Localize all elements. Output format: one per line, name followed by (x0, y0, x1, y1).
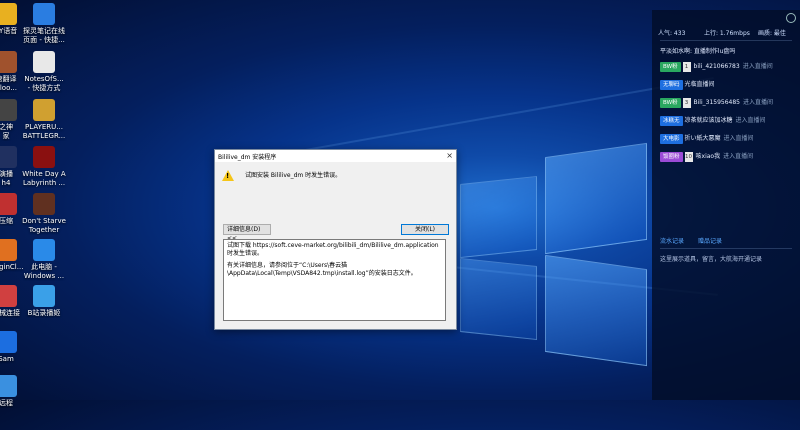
chat-row: 无聊码 光临直播间 (660, 80, 715, 90)
wallpaper-logo-pane (460, 175, 537, 259)
fan-badge: 饭圈粉 (660, 152, 683, 162)
level-badge: 3 (682, 98, 691, 108)
live-danmaku-panel: 人气: 433 上行: 1.76mbps 画质: 最佳 平淡如水啊: 直播制作l… (652, 10, 800, 400)
close-icon[interactable]: × (446, 151, 453, 160)
username: 咳xiao我 (695, 153, 721, 160)
quality-stat: 画质: 最佳 (758, 30, 786, 37)
settings-icon[interactable] (786, 13, 796, 23)
fan-badge: BW粉 (660, 62, 681, 72)
wallpaper-logo-pane (545, 142, 647, 255)
username: 凉茶就应该加冰糖 (684, 117, 733, 124)
details-button[interactable]: 详细信息(D) << (223, 224, 271, 242)
details-textbox[interactable]: 试图下载 https://soft.ceve-market.org/bilibi… (223, 239, 446, 321)
fan-badge: 大电影 (660, 134, 683, 144)
username: 光临直播间 (684, 81, 715, 88)
tab-flow-record[interactable]: 流水记录 (660, 238, 684, 245)
chat-row: 冰糕无 凉茶就应该加冰糖 进入直播间 (660, 116, 766, 126)
upload-stat: 上行: 1.76mbps (704, 30, 750, 37)
tab-gift-record[interactable]: 赠品记录 (698, 238, 722, 245)
close-button[interactable]: 关闭(L) (401, 224, 449, 235)
username: Bili_315956485 (693, 99, 740, 106)
level-badge: 10 (684, 152, 693, 162)
detail-line-log: 有关详细信息，请参阅位于“C:\Users\春云猫\AppData\Local\… (227, 262, 417, 277)
fan-badge: BW粉 (660, 98, 681, 108)
divider (660, 40, 792, 41)
fan-badge: 冰糕无 (660, 116, 683, 126)
wallpaper-logo-pane (545, 254, 647, 367)
detail-line-download: 试图下载 https://soft.ceve-market.org/bilibi… (227, 242, 439, 257)
chat-row: BW粉 3 Bili_315956485 进入直播间 (660, 98, 773, 108)
chat-row: 饭圈粉 10 咳xiao我 进入直播间 (660, 152, 753, 162)
chat-row: 大电影 折い紙大悪魔 进入直播间 (660, 134, 754, 144)
popularity-stat: 人气: 433 (658, 30, 686, 37)
entry-action: 进入直播间 (735, 117, 766, 124)
warning-icon: ! (222, 170, 234, 181)
wallpaper-logo-pane (460, 257, 537, 341)
entry-action: 进入直播间 (742, 63, 773, 70)
dialog-title: Bililive_dm 安装程序 (218, 154, 277, 161)
record-tabs: 流水记录 赠品记录 (660, 236, 734, 245)
username: 折い紙大悪魔 (684, 135, 721, 142)
divider (660, 248, 792, 249)
level-badge: 1 (682, 62, 691, 72)
dialog-titlebar[interactable]: Bililive_dm 安装程序 × (215, 150, 456, 162)
entry-action: 进入直播间 (723, 153, 754, 160)
username: bili_421066783 (693, 63, 740, 70)
entry-action: 进入直播间 (723, 135, 754, 142)
chat-row: BW粉 1 bili_421066783 进入直播间 (660, 62, 773, 72)
entry-action: 进入直播间 (743, 99, 774, 106)
record-notice: 这里展示道具，留言，大航海开通记录 (660, 256, 763, 263)
fan-badge: 无聊码 (660, 80, 683, 90)
installer-error-dialog: Bililive_dm 安装程序 × ! 试图安装 Bililive_dm 时发… (214, 149, 457, 330)
desktop-icon-remote[interactable]: 远程 (0, 372, 38, 430)
chat-message: 平淡如水啊: 直播制作lu盘吗 (660, 48, 736, 55)
error-message: 试图安装 Bililive_dm 时发生错误。 (245, 172, 342, 179)
